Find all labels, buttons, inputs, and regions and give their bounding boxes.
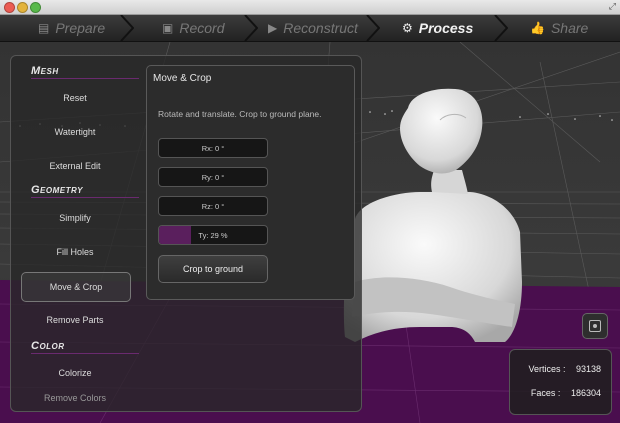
step-share[interactable]: 👍 Share	[530, 15, 588, 41]
vertices-stat: Vertices : 93138	[528, 364, 601, 374]
geometry-section-header: Geometry	[31, 184, 83, 196]
chevron-right-icon	[366, 15, 380, 41]
step-reconstruct[interactable]: ▶ Reconstruct	[268, 15, 358, 41]
gears-icon: ⚙	[402, 21, 413, 35]
faces-label: Faces :	[530, 388, 561, 398]
rz-field[interactable]: Rz: 0 °	[158, 196, 268, 216]
step-prepare[interactable]: ▤ Prepare	[38, 15, 105, 41]
panel-title: Move & Crop	[153, 73, 212, 84]
zoom-window-button[interactable]	[30, 2, 41, 13]
remove-colors-button[interactable]: Remove Colors	[21, 393, 129, 411]
section-divider	[31, 353, 139, 354]
step-label: Share	[550, 20, 589, 36]
colorize-button[interactable]: Colorize	[21, 359, 129, 387]
step-label: Process	[418, 20, 474, 36]
crop-to-ground-button[interactable]: Crop to ground	[158, 255, 268, 283]
color-section-header: Color	[31, 340, 65, 352]
section-divider	[31, 78, 139, 79]
reconstruct-icon: ▶	[268, 21, 278, 35]
chevron-right-icon	[244, 15, 258, 41]
step-label: Prepare	[55, 20, 106, 36]
rx-field[interactable]: Rx: 0 °	[158, 138, 268, 158]
window-titlebar: ⤢	[0, 0, 620, 15]
reset-view-button[interactable]	[582, 313, 608, 339]
ty-slider[interactable]: Ty: 29 %	[158, 225, 268, 245]
minimize-window-button[interactable]	[17, 2, 28, 13]
prepare-icon: ▤	[38, 21, 50, 35]
remove-parts-button[interactable]: Remove Parts	[21, 306, 129, 334]
move-crop-button[interactable]: Move & Crop	[21, 272, 131, 302]
camera-icon	[589, 320, 601, 332]
slider-fill	[159, 226, 192, 244]
faces-stat: Faces : 186304	[531, 388, 601, 398]
fill-holes-button[interactable]: Fill Holes	[21, 238, 129, 266]
step-label: Reconstruct	[283, 20, 358, 36]
step-process[interactable]: ⚙ Process	[402, 15, 473, 41]
watertight-button[interactable]: Watertight	[21, 118, 129, 146]
close-window-button[interactable]	[4, 2, 15, 13]
reset-button[interactable]: Reset	[21, 84, 129, 112]
fullscreen-icon[interactable]: ⤢	[609, 1, 616, 12]
section-divider	[31, 197, 139, 198]
move-crop-panel: Move & Crop Rotate and translate. Crop t…	[146, 65, 355, 300]
mesh-section-header: Mesh	[31, 65, 59, 77]
step-record[interactable]: ▣ Record	[162, 15, 224, 41]
panel-description: Rotate and translate. Crop to ground pla…	[158, 109, 322, 119]
faces-value: 186304	[570, 388, 601, 398]
vertices-value: 93138	[575, 364, 601, 374]
thumbs-up-icon: 👍	[530, 21, 545, 35]
mesh-stats-panel: Vertices : 93138 Faces : 186304	[509, 349, 612, 415]
record-icon: ▣	[162, 21, 174, 35]
external-edit-button[interactable]: External Edit	[21, 152, 129, 180]
workflow-steps-bar: ▤ Prepare ▣ Record ▶ Reconstruct ⚙ Proce…	[0, 15, 620, 42]
chevron-right-icon	[120, 15, 134, 41]
step-label: Record	[179, 20, 225, 36]
vertices-label: Vertices :	[528, 364, 566, 374]
chevron-right-icon	[494, 15, 508, 41]
simplify-button[interactable]: Simplify	[21, 204, 129, 232]
ry-field[interactable]: Ry: 0 °	[158, 167, 268, 187]
